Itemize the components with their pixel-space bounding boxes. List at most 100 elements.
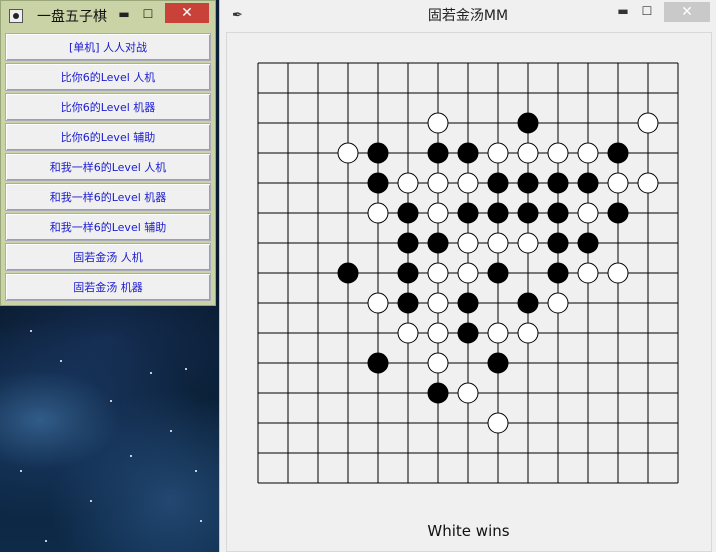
white-stone bbox=[427, 292, 449, 314]
mode-button-better-ai-ai[interactable]: 比你6的Level 机器 bbox=[5, 93, 211, 121]
white-stone bbox=[637, 172, 659, 194]
white-stone bbox=[397, 172, 419, 194]
black-stone bbox=[397, 262, 419, 284]
star bbox=[130, 455, 132, 457]
black-stone bbox=[427, 142, 449, 164]
white-stone bbox=[487, 412, 509, 434]
star bbox=[195, 470, 197, 472]
black-stone bbox=[517, 112, 539, 134]
right-window-title: 固若金汤MM bbox=[427, 8, 509, 24]
black-stone bbox=[457, 292, 479, 314]
white-stone bbox=[517, 322, 539, 344]
black-stone bbox=[457, 142, 479, 164]
gomoku-menu-window: 一盘五子棋 ▬ ☐ ✕ [单机] 人人对战 比你6的Level 人机 比你6的L… bbox=[0, 0, 216, 306]
white-stone bbox=[457, 382, 479, 404]
mode-button-same-ai-ai[interactable]: 和我一样6的Level 机器 bbox=[5, 183, 211, 211]
white-stone bbox=[427, 352, 449, 374]
gomoku-board[interactable] bbox=[227, 33, 711, 513]
white-stone bbox=[487, 322, 509, 344]
white-stone bbox=[637, 112, 659, 134]
white-stone bbox=[607, 172, 629, 194]
white-stone bbox=[547, 292, 569, 314]
star bbox=[185, 368, 187, 370]
close-button[interactable]: ✕ bbox=[165, 3, 209, 23]
white-stone bbox=[577, 202, 599, 224]
right-titlebar[interactable]: ✒ 固若金汤MM ▬ ☐ ✕ bbox=[220, 0, 716, 30]
board-close-button[interactable]: ✕ bbox=[664, 2, 710, 22]
black-stone bbox=[577, 232, 599, 254]
white-stone bbox=[457, 262, 479, 284]
white-stone bbox=[397, 322, 419, 344]
mode-button-better-assist[interactable]: 比你6的Level 辅助 bbox=[5, 123, 211, 151]
minimize-button[interactable]: ▬ bbox=[111, 5, 137, 23]
maximize-button[interactable]: ☐ bbox=[135, 5, 161, 23]
white-stone bbox=[517, 142, 539, 164]
white-stone bbox=[457, 232, 479, 254]
black-stone bbox=[487, 262, 509, 284]
black-stone bbox=[457, 202, 479, 224]
white-stone bbox=[367, 202, 389, 224]
white-stone bbox=[517, 232, 539, 254]
gomoku-app-icon bbox=[9, 9, 23, 23]
black-stone bbox=[397, 232, 419, 254]
mode-button-pvp[interactable]: [单机] 人人对战 bbox=[5, 33, 211, 61]
black-stone bbox=[517, 172, 539, 194]
star bbox=[30, 330, 32, 332]
black-stone bbox=[487, 202, 509, 224]
white-stone bbox=[427, 262, 449, 284]
white-stone bbox=[607, 262, 629, 284]
black-stone bbox=[607, 142, 629, 164]
star bbox=[45, 540, 47, 542]
black-stone bbox=[367, 142, 389, 164]
white-stone bbox=[577, 142, 599, 164]
mode-button-fortress-human-ai[interactable]: 固若金汤 人机 bbox=[5, 243, 211, 271]
black-stone bbox=[607, 202, 629, 224]
black-stone bbox=[547, 262, 569, 284]
board-maximize-button[interactable]: ☐ bbox=[634, 4, 660, 18]
black-stone bbox=[487, 172, 509, 194]
white-stone bbox=[427, 172, 449, 194]
white-stone bbox=[427, 112, 449, 134]
white-stone bbox=[367, 292, 389, 314]
black-stone bbox=[397, 202, 419, 224]
black-stone bbox=[427, 382, 449, 404]
mode-button-fortress-ai-ai[interactable]: 固若金汤 机器 bbox=[5, 273, 211, 301]
star bbox=[60, 360, 62, 362]
game-status: White wins bbox=[427, 522, 510, 540]
board-minimize-button[interactable]: ▬ bbox=[610, 4, 636, 18]
white-stone bbox=[487, 232, 509, 254]
black-stone bbox=[517, 292, 539, 314]
white-stone bbox=[427, 322, 449, 344]
star bbox=[110, 400, 112, 402]
white-stone bbox=[457, 172, 479, 194]
star bbox=[150, 372, 152, 374]
star bbox=[200, 520, 202, 522]
mode-button-better-human-ai[interactable]: 比你6的Level 人机 bbox=[5, 63, 211, 91]
game-board-window: ✒ 固若金汤MM ▬ ☐ ✕ White wins bbox=[219, 0, 716, 552]
black-stone bbox=[427, 232, 449, 254]
black-stone bbox=[517, 202, 539, 224]
black-stone bbox=[577, 172, 599, 194]
black-stone bbox=[547, 232, 569, 254]
black-stone bbox=[397, 292, 419, 314]
star bbox=[90, 500, 92, 502]
black-stone bbox=[367, 352, 389, 374]
mode-list: [单机] 人人对战 比你6的Level 人机 比你6的Level 机器 比你6的… bbox=[1, 31, 215, 301]
star bbox=[20, 470, 22, 472]
black-stone bbox=[547, 202, 569, 224]
black-stone bbox=[547, 172, 569, 194]
star bbox=[170, 430, 172, 432]
black-stone bbox=[337, 262, 359, 284]
black-stone bbox=[487, 352, 509, 374]
mode-button-same-human-ai[interactable]: 和我一样6的Level 人机 bbox=[5, 153, 211, 181]
left-titlebar[interactable]: 一盘五子棋 ▬ ☐ ✕ bbox=[1, 1, 215, 31]
black-stone bbox=[367, 172, 389, 194]
black-stone bbox=[457, 322, 479, 344]
board-canvas[interactable] bbox=[226, 32, 712, 552]
left-window-title: 一盘五子棋 bbox=[37, 9, 107, 25]
mode-button-same-assist[interactable]: 和我一样6的Level 辅助 bbox=[5, 213, 211, 241]
feather-icon: ✒ bbox=[232, 8, 243, 23]
white-stone bbox=[487, 142, 509, 164]
white-stone bbox=[427, 202, 449, 224]
white-stone bbox=[577, 262, 599, 284]
